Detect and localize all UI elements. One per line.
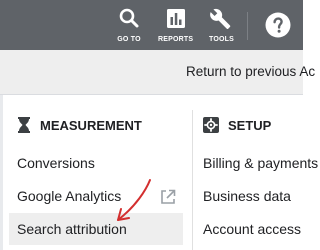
gear-icon xyxy=(203,117,219,133)
sub-header-bar: Return to previous Ac xyxy=(0,50,315,95)
help-icon[interactable] xyxy=(265,12,291,38)
reports-icon xyxy=(166,9,185,28)
search-icon xyxy=(119,8,139,28)
measurement-heading: MEASUREMENT xyxy=(17,117,142,133)
return-to-previous-link[interactable]: Return to previous Ac xyxy=(186,64,315,79)
annotation-arrow-icon xyxy=(117,179,151,221)
reports-button[interactable]: REPORTS xyxy=(158,7,193,47)
wrench-icon xyxy=(210,8,231,30)
setup-heading-label: SETUP xyxy=(228,117,272,133)
toolbar-divider xyxy=(247,12,248,40)
top-navigation-bar: GO TO REPORTS TOOLS xyxy=(0,0,303,50)
go-to-label: GO TO xyxy=(117,36,141,43)
measurement-heading-label: MEASUREMENT xyxy=(40,117,142,133)
reports-label: REPORTS xyxy=(158,36,194,43)
column-divider xyxy=(192,110,193,250)
tools-label: TOOLS xyxy=(209,36,234,43)
menu-item-billing-payments[interactable]: Billing & payments xyxy=(203,155,318,171)
menu-item-conversions[interactable]: Conversions xyxy=(17,155,95,171)
menu-item-google-analytics[interactable]: Google Analytics xyxy=(17,188,121,204)
tools-button[interactable]: TOOLS xyxy=(209,7,234,47)
menu-item-account-access[interactable]: Account access xyxy=(203,221,301,237)
go-to-button[interactable]: GO TO xyxy=(117,7,141,47)
panel-left-edge xyxy=(0,95,3,250)
hourglass-icon xyxy=(18,117,30,133)
external-link-icon xyxy=(161,189,176,204)
setup-heading: SETUP xyxy=(203,117,271,133)
menu-item-business-data[interactable]: Business data xyxy=(203,188,291,204)
